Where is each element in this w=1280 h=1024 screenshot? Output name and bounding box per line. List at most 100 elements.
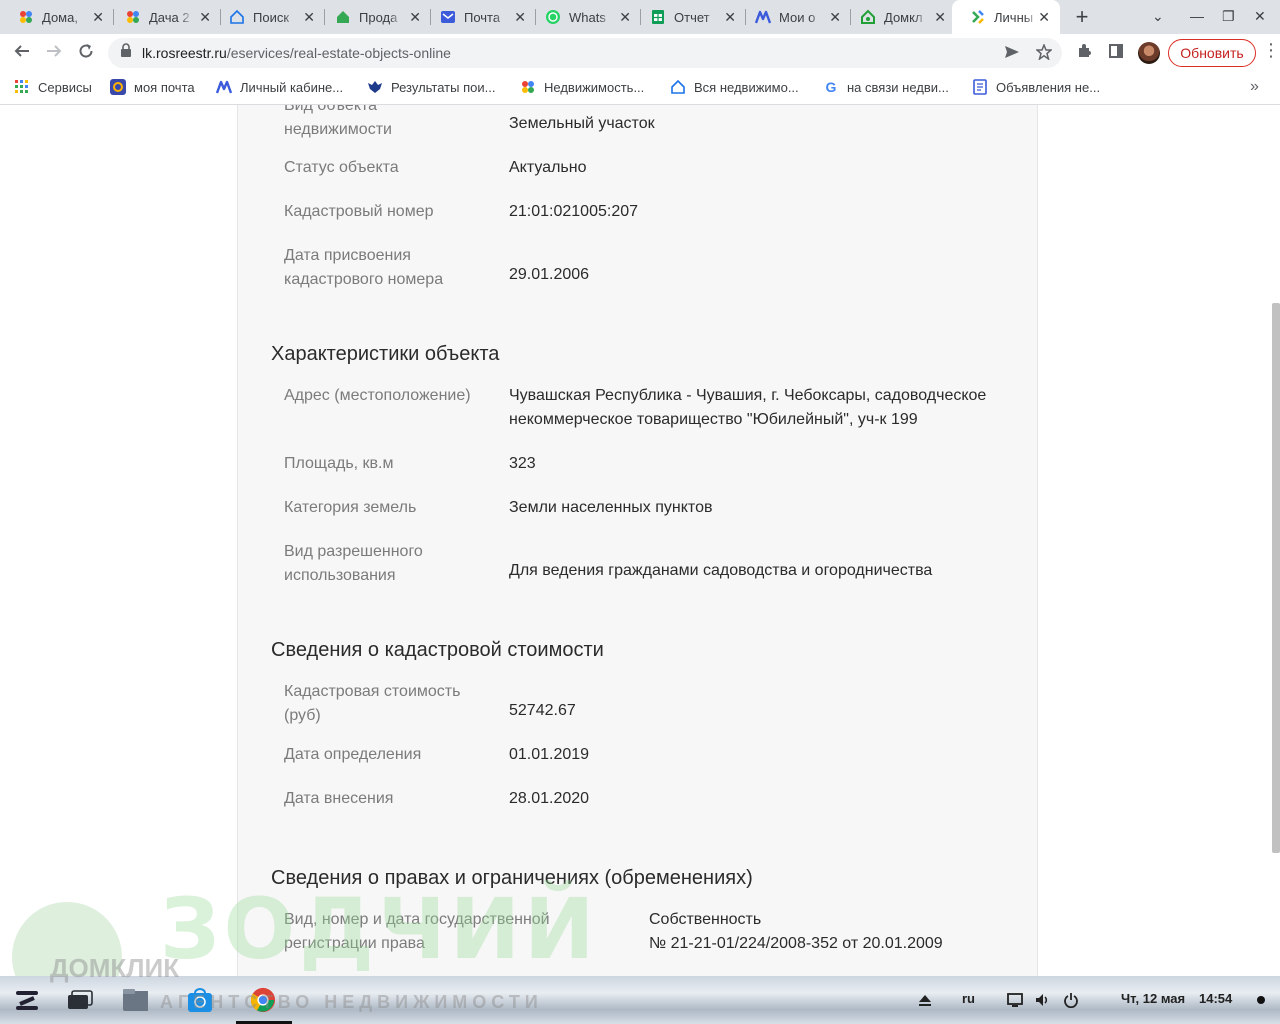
- forward-icon[interactable]: [42, 42, 66, 64]
- taskbar-date[interactable]: Чт, 12 мая: [1121, 991, 1185, 1006]
- mail-icon: [440, 9, 456, 25]
- label-land-category: Категория земель: [284, 499, 417, 516]
- address-bar[interactable]: lk.rosreestr.ru/eservices/real-estate-ob…: [108, 38, 1062, 68]
- more-bookmarks-icon[interactable]: »: [1250, 78, 1259, 96]
- bookmark-label: Личный кабине...: [240, 79, 344, 95]
- label-permitted-use: Вид разрешенного использования: [284, 543, 423, 584]
- close-icon[interactable]: ✕: [409, 9, 421, 25]
- menu-icon[interactable]: ⋮: [1262, 40, 1280, 61]
- volume-icon[interactable]: [1030, 988, 1056, 1012]
- value-permitted-use: Для ведения гражданами садоводства и ого…: [509, 562, 933, 579]
- tab-whatsapp[interactable]: Whats ✕: [527, 0, 641, 34]
- watermark-logo-text: ДОМКЛИК: [50, 953, 180, 983]
- bookmark-star-icon[interactable]: [1035, 42, 1053, 65]
- url-text[interactable]: lk.rosreestr.ru/eservices/real-estate-ob…: [142, 45, 451, 61]
- tab-title: Домкл: [884, 9, 923, 25]
- rosreestr-icon: [970, 9, 986, 25]
- bookmark-servisy[interactable]: Сервисы: [14, 79, 92, 95]
- tab-search-icon[interactable]: ⌄: [1152, 8, 1164, 25]
- page-scrollbar-thumb[interactable]: [1272, 303, 1280, 853]
- bookmark-label: Объявления не...: [996, 79, 1101, 95]
- section-title-cadastral-cost: Сведения о кадастровой стоимости: [271, 639, 604, 661]
- tab-domclick[interactable]: Домкл ✕: [842, 0, 956, 34]
- dots-icon: [520, 79, 536, 95]
- notification-dot-icon[interactable]: [1248, 988, 1274, 1012]
- bookmark-moya-pochta[interactable]: моя почта: [110, 79, 195, 95]
- value-entry-date: 28.01.2020: [509, 790, 590, 807]
- tab-title: Поиск: [253, 9, 290, 25]
- close-icon[interactable]: ✕: [829, 9, 841, 25]
- screen-icon[interactable]: [1002, 988, 1028, 1012]
- taskbar-time[interactable]: 14:54: [1199, 991, 1232, 1006]
- tab-title: Whats: [569, 9, 606, 25]
- tab-lichny[interactable]: Личны ✕: [952, 0, 1060, 34]
- watermark-subtitle: АГЕНТСТВО НЕДВИЖИМОСТИ: [160, 992, 543, 1012]
- tab-doma[interactable]: Дома, ✕: [0, 0, 114, 34]
- domclick-icon: [860, 9, 876, 25]
- tab-title: Мои о: [779, 9, 816, 25]
- bookmarks-bar: Сервисы моя почта Личный кабине... Резул…: [0, 72, 1280, 105]
- close-icon[interactable]: ✕: [619, 9, 631, 25]
- value-cadastral-number: 21:01:021005:207: [509, 203, 639, 220]
- close-icon[interactable]: ✕: [1038, 9, 1050, 25]
- tab-title: Дача 2: [149, 9, 190, 25]
- files-icon[interactable]: [122, 988, 148, 1012]
- tab-dacha[interactable]: Дача 2 ✕: [107, 0, 221, 34]
- side-panel-icon[interactable]: [1108, 43, 1124, 64]
- update-button[interactable]: Обновить: [1168, 39, 1256, 67]
- mail-at-icon: [110, 79, 126, 95]
- m-icon: [216, 79, 232, 95]
- zorin-menu-icon[interactable]: [14, 988, 40, 1012]
- dots-icon: [18, 9, 34, 25]
- tab-title: Почта: [464, 9, 501, 25]
- apps-grid-icon: [14, 79, 30, 95]
- reload-icon[interactable]: [74, 42, 98, 64]
- close-icon[interactable]: ✕: [199, 9, 211, 25]
- close-icon[interactable]: ✕: [303, 9, 315, 25]
- close-icon[interactable]: ✕: [724, 9, 736, 25]
- bookmark-obyavleniya[interactable]: Объявления не...: [972, 79, 1100, 95]
- power-icon[interactable]: [1058, 988, 1084, 1012]
- dots-icon: [125, 9, 141, 25]
- value-object-status: Актуально: [509, 159, 587, 176]
- send-tab-icon[interactable]: [1004, 44, 1020, 65]
- bookmark-nedvizhimost[interactable]: Недвижимость...: [520, 79, 644, 95]
- minimize-icon[interactable]: —: [1190, 8, 1204, 24]
- bookmark-na-svyazi[interactable]: G на связи недви...: [823, 79, 949, 95]
- m-icon: [755, 9, 771, 25]
- bookmark-vsya-nedvizhimost[interactable]: Вся недвижимо...: [670, 79, 799, 95]
- tab-otchet[interactable]: Отчет ✕: [632, 0, 746, 34]
- back-icon[interactable]: [10, 42, 34, 64]
- window-close-icon[interactable]: ✕: [1254, 8, 1266, 25]
- object-info-card: Вид объекта недвижимости Земельный участ…: [237, 105, 1038, 976]
- close-icon[interactable]: ✕: [514, 9, 526, 25]
- profile-avatar[interactable]: [1138, 42, 1160, 64]
- close-icon[interactable]: ✕: [92, 9, 104, 25]
- label-address: Адрес (местоположение): [284, 387, 471, 404]
- bookmark-label: на связи недви...: [847, 79, 949, 95]
- eject-icon[interactable]: [912, 988, 938, 1012]
- sheets-icon: [650, 9, 666, 25]
- bookmark-label: Вся недвижимо...: [694, 79, 799, 95]
- bookmark-rezultaty[interactable]: Результаты пои...: [367, 79, 495, 95]
- tab-pochta[interactable]: Почта ✕: [422, 0, 536, 34]
- bookmark-lichny-kabinet[interactable]: Личный кабине...: [216, 79, 343, 95]
- new-tab-button[interactable]: +: [1070, 5, 1094, 29]
- close-icon[interactable]: ✕: [934, 9, 946, 25]
- doc-icon: [972, 79, 988, 95]
- restore-icon[interactable]: ❐: [1222, 8, 1235, 25]
- workspaces-icon[interactable]: [67, 988, 93, 1012]
- tab-prodazha[interactable]: Прода ✕: [317, 0, 431, 34]
- tab-poisk[interactable]: Поиск ✕: [211, 0, 325, 34]
- tab-title: Прода: [359, 9, 398, 25]
- value-rights-type: Собственность: [649, 911, 762, 928]
- extensions-icon[interactable]: [1076, 43, 1092, 64]
- value-determination-date: 01.01.2019: [509, 746, 590, 763]
- value-object-type: Земельный участок: [509, 115, 655, 132]
- lock-icon[interactable]: [120, 43, 131, 57]
- keyboard-layout[interactable]: ru: [962, 991, 975, 1006]
- label-cadastral-date: Дата присвоения кадастрового номера: [284, 247, 444, 288]
- tab-moi[interactable]: Мои о ✕: [737, 0, 851, 34]
- label-determination-date: Дата определения: [284, 746, 422, 763]
- tab-title: Дома,: [42, 9, 78, 25]
